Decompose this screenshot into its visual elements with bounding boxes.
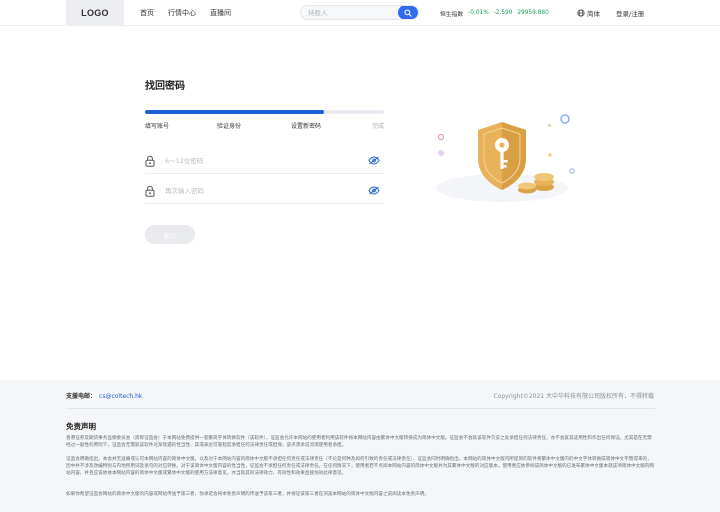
language-switch[interactable]: 简体 bbox=[577, 0, 600, 26]
step-set-new-password: 设置新密码 bbox=[291, 123, 322, 130]
nav-item-home[interactable]: 首页 bbox=[140, 8, 154, 18]
decor-circle-icon bbox=[560, 114, 570, 124]
search-icon bbox=[404, 8, 412, 17]
confirm-button[interactable]: 确认 bbox=[145, 225, 195, 244]
search-button[interactable] bbox=[398, 6, 418, 19]
progress-fill bbox=[145, 110, 325, 114]
index-change: -2.590 bbox=[493, 10, 513, 16]
shield-key-illustration bbox=[436, 114, 575, 202]
logo[interactable]: LOGO bbox=[66, 0, 124, 26]
decor-dot-icon bbox=[547, 123, 552, 128]
nav-item-live[interactable]: 直播间 bbox=[210, 8, 231, 18]
lock-icon bbox=[145, 155, 155, 167]
eye-hidden-icon[interactable] bbox=[368, 186, 380, 195]
step-verify-identity: 验证身份 bbox=[217, 123, 242, 130]
progress-bar bbox=[145, 110, 384, 114]
disclaimer-title: 免责声明 bbox=[66, 422, 96, 431]
main-nav: 首页 行情中心 直播间 bbox=[140, 0, 245, 26]
top-nav-bar: LOGO 首页 行情中心 直播间 恒生指数 -0.01% -2.590 2995… bbox=[0, 0, 720, 26]
support-label: 支援电邮： bbox=[66, 393, 97, 400]
page-title: 找回密码 bbox=[145, 81, 185, 92]
disclaimer-paragraph: 证监会明确指出，本会并无准确或认可本网站内容的简体中文版。以及对于本网站内容的简… bbox=[66, 457, 655, 476]
eye-hidden-icon[interactable] bbox=[368, 156, 380, 165]
footer: 支援电邮： cs@coltech.hk Copyright©2021 大中华科技有… bbox=[0, 380, 720, 512]
nav-item-market[interactable]: 行情中心 bbox=[168, 8, 196, 18]
search-input[interactable] bbox=[308, 6, 398, 19]
new-password-field bbox=[145, 152, 384, 174]
search-box bbox=[300, 5, 419, 20]
index-name: 恒生指数 bbox=[440, 11, 464, 18]
support-email: 支援电邮： cs@coltech.hk bbox=[66, 391, 142, 400]
confirm-password-field bbox=[145, 182, 384, 204]
confirm-password-input[interactable] bbox=[165, 184, 355, 198]
disclaimer-paragraph: 如果你希望证监会网站的简体中文版的内容或网站传送予第三者，你承诺会将本免责声明的… bbox=[66, 492, 429, 497]
support-email-link[interactable]: cs@coltech.hk bbox=[99, 393, 142, 400]
step-complete: 完成 bbox=[371, 123, 384, 130]
new-password-input[interactable] bbox=[165, 154, 355, 168]
decor-dot-icon bbox=[548, 153, 552, 157]
divider bbox=[66, 408, 655, 409]
decor-dot-icon bbox=[438, 150, 444, 156]
step-labels: 填写账号 验证身份 设置新密码 完成 bbox=[145, 121, 384, 130]
disclaimer-paragraph: 香港证券及期货事务监察委员会（简称证监会）于本网站免费提供一套繁简字体转换软件（… bbox=[66, 436, 652, 448]
decor-circle-icon bbox=[569, 168, 575, 174]
language-label: 简体 bbox=[587, 10, 600, 18]
step-fill-account: 填写账号 bbox=[145, 123, 170, 130]
index-change-pct: -0.01% bbox=[468, 10, 489, 16]
login-register-link[interactable]: 登录/注册 bbox=[616, 0, 644, 26]
index-ticker[interactable]: 恒生指数 -0.01% -2.590 29959.880 bbox=[440, 0, 554, 26]
index-value: 29959.880 bbox=[517, 10, 549, 16]
globe-icon bbox=[577, 9, 585, 17]
decor-circle-icon bbox=[437, 133, 445, 141]
lock-icon bbox=[145, 185, 155, 197]
copyright: Copyright©2021 大中华科技有限公司版权所有，不得转载 bbox=[493, 393, 655, 400]
